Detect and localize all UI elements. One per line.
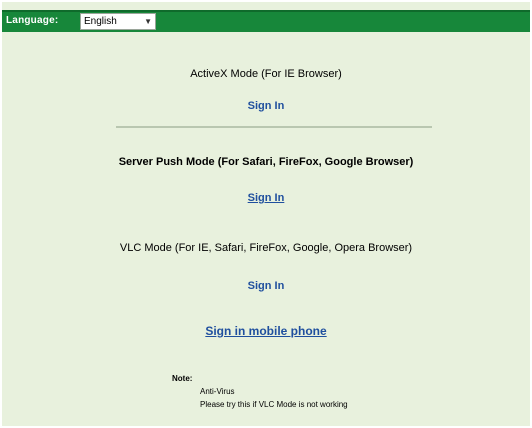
language-select[interactable]: English ▼ xyxy=(80,13,156,30)
note-title: Note: xyxy=(172,374,193,383)
divider xyxy=(116,126,432,128)
server-push-sign-in-link[interactable]: Sign In xyxy=(248,192,285,204)
notes-section: Note: Anti-Virus Please try this if VLC … xyxy=(172,374,348,409)
activex-sign-in-link[interactable]: Sign In xyxy=(248,100,285,112)
chevron-down-icon: ▼ xyxy=(144,17,152,26)
language-selected-value: English xyxy=(84,16,117,27)
note-line-antivirus: Anti-Virus xyxy=(200,387,235,396)
activex-mode-title: ActiveX Mode (For IE Browser) xyxy=(190,68,342,80)
mobile-sign-in-link[interactable]: Sign in mobile phone xyxy=(205,324,326,338)
language-label: Language: xyxy=(6,15,59,26)
vlc-sign-in-link[interactable]: Sign In xyxy=(248,280,285,292)
login-page: Language: English ▼ ActiveX Mode (For IE… xyxy=(2,2,530,426)
vlc-mode-title: VLC Mode (For IE, Safari, FireFox, Googl… xyxy=(119,242,413,254)
server-push-mode-title: Server Push Mode (For Safari, FireFox, G… xyxy=(118,156,414,168)
language-bar: Language: English ▼ xyxy=(2,10,530,32)
note-line-vlc: Please try this if VLC Mode is not worki… xyxy=(200,400,348,409)
